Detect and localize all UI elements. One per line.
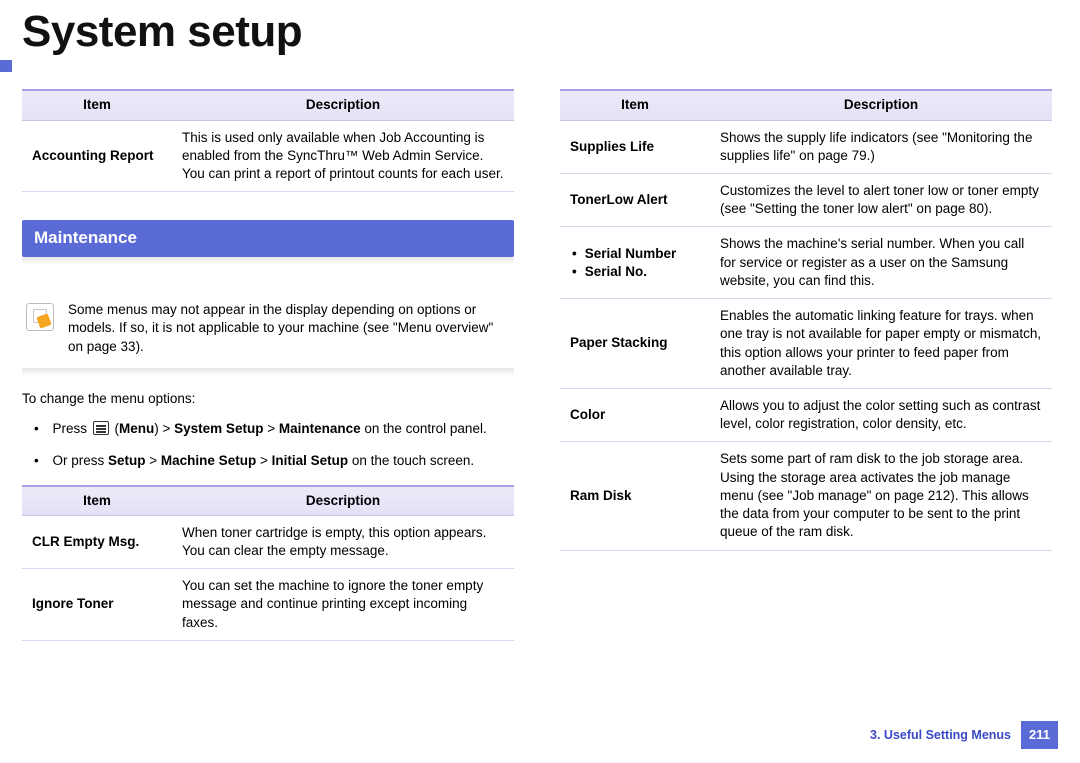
- col-header-item: Item: [22, 486, 172, 516]
- row-item: CLR Empty Msg.: [22, 515, 172, 568]
- t: Press: [53, 421, 91, 436]
- footer-chapter: 3. Useful Setting Menus: [870, 727, 1011, 744]
- t: >: [256, 453, 271, 468]
- t: Initial Setup: [272, 453, 349, 468]
- note-text: Some menus may not appear in the display…: [68, 301, 506, 356]
- row-desc: Shows the machine's serial number. When …: [710, 227, 1052, 299]
- table-maintenance-right: Item Description Supplies Life Shows the…: [560, 89, 1052, 550]
- row-item: Color: [560, 389, 710, 442]
- t: Machine Setup: [161, 453, 256, 468]
- section-maintenance: Maintenance: [22, 220, 514, 257]
- table-row: Ram Disk Sets some part of ram disk to t…: [560, 442, 1052, 550]
- step-1: Press (Menu) > System Setup > Maintenanc…: [34, 420, 514, 438]
- note-box: Some menus may not appear in the display…: [22, 291, 514, 368]
- table-row: CLR Empty Msg. When toner cartridge is e…: [22, 515, 514, 568]
- table-row: Paper Stacking Enables the automatic lin…: [560, 299, 1052, 389]
- table-accounting: Item Description Accounting Report This …: [22, 89, 514, 192]
- table-row: Color Allows you to adjust the color set…: [560, 389, 1052, 442]
- section-shadow: [22, 257, 514, 265]
- row-desc: Customizes the level to alert toner low …: [710, 174, 1052, 227]
- step-2: Or press Setup > Machine Setup > Initial…: [34, 452, 514, 470]
- page-number: 211: [1021, 721, 1058, 749]
- page-footer: 3. Useful Setting Menus 211: [870, 721, 1058, 749]
- row-desc: Sets some part of ram disk to the job st…: [710, 442, 1052, 550]
- col-header-item: Item: [22, 90, 172, 120]
- table-row: Ignore Toner You can set the machine to …: [22, 569, 514, 641]
- col-header-desc: Description: [172, 90, 514, 120]
- steps-list: Press (Menu) > System Setup > Maintenanc…: [22, 420, 514, 470]
- t: >: [263, 421, 278, 436]
- col-header-desc: Description: [710, 90, 1052, 120]
- row-desc: Shows the supply life indicators (see "M…: [710, 120, 1052, 173]
- row-item: Accounting Report: [22, 120, 172, 192]
- row-item: Paper Stacking: [560, 299, 710, 389]
- t: Menu: [119, 421, 154, 436]
- list-item: Serial No.: [572, 263, 700, 281]
- t: System Setup: [174, 421, 263, 436]
- row-desc: Allows you to adjust the color setting s…: [710, 389, 1052, 442]
- table-row: Supplies Life Shows the supply life indi…: [560, 120, 1052, 173]
- row-desc: When toner cartridge is empty, this opti…: [172, 515, 514, 568]
- col-header-item: Item: [560, 90, 710, 120]
- t: Setup: [108, 453, 146, 468]
- col-header-desc: Description: [172, 486, 514, 516]
- table-maintenance-left: Item Description CLR Empty Msg. When ton…: [22, 485, 514, 641]
- t: on the touch screen.: [348, 453, 474, 468]
- title-accent: [0, 60, 12, 72]
- row-desc: This is used only available when Job Acc…: [172, 120, 514, 192]
- note-icon: [26, 303, 54, 331]
- page-title: System setup: [0, 0, 1080, 69]
- t: ) >: [154, 421, 174, 436]
- table-row: Serial Number Serial No. Shows the machi…: [560, 227, 1052, 299]
- t: Maintenance: [279, 421, 361, 436]
- row-item: Serial Number Serial No.: [560, 227, 710, 299]
- list-item: Serial Number: [572, 245, 700, 263]
- row-item: Ram Disk: [560, 442, 710, 550]
- row-item: Supplies Life: [560, 120, 710, 173]
- t: >: [146, 453, 161, 468]
- row-desc: Enables the automatic linking feature fo…: [710, 299, 1052, 389]
- menu-icon: [93, 421, 109, 435]
- t: on the control panel.: [361, 421, 487, 436]
- table-row: TonerLow Alert Customizes the level to a…: [560, 174, 1052, 227]
- row-item: TonerLow Alert: [560, 174, 710, 227]
- table-row: Accounting Report This is used only avai…: [22, 120, 514, 192]
- t: (: [111, 421, 119, 436]
- row-item: Ignore Toner: [22, 569, 172, 641]
- left-column: Item Description Accounting Report This …: [22, 89, 514, 640]
- right-column: Item Description Supplies Life Shows the…: [560, 89, 1052, 640]
- t: Or press: [53, 453, 109, 468]
- intro-text: To change the menu options:: [22, 390, 514, 408]
- row-desc: You can set the machine to ignore the to…: [172, 569, 514, 641]
- note-shadow: [22, 368, 514, 376]
